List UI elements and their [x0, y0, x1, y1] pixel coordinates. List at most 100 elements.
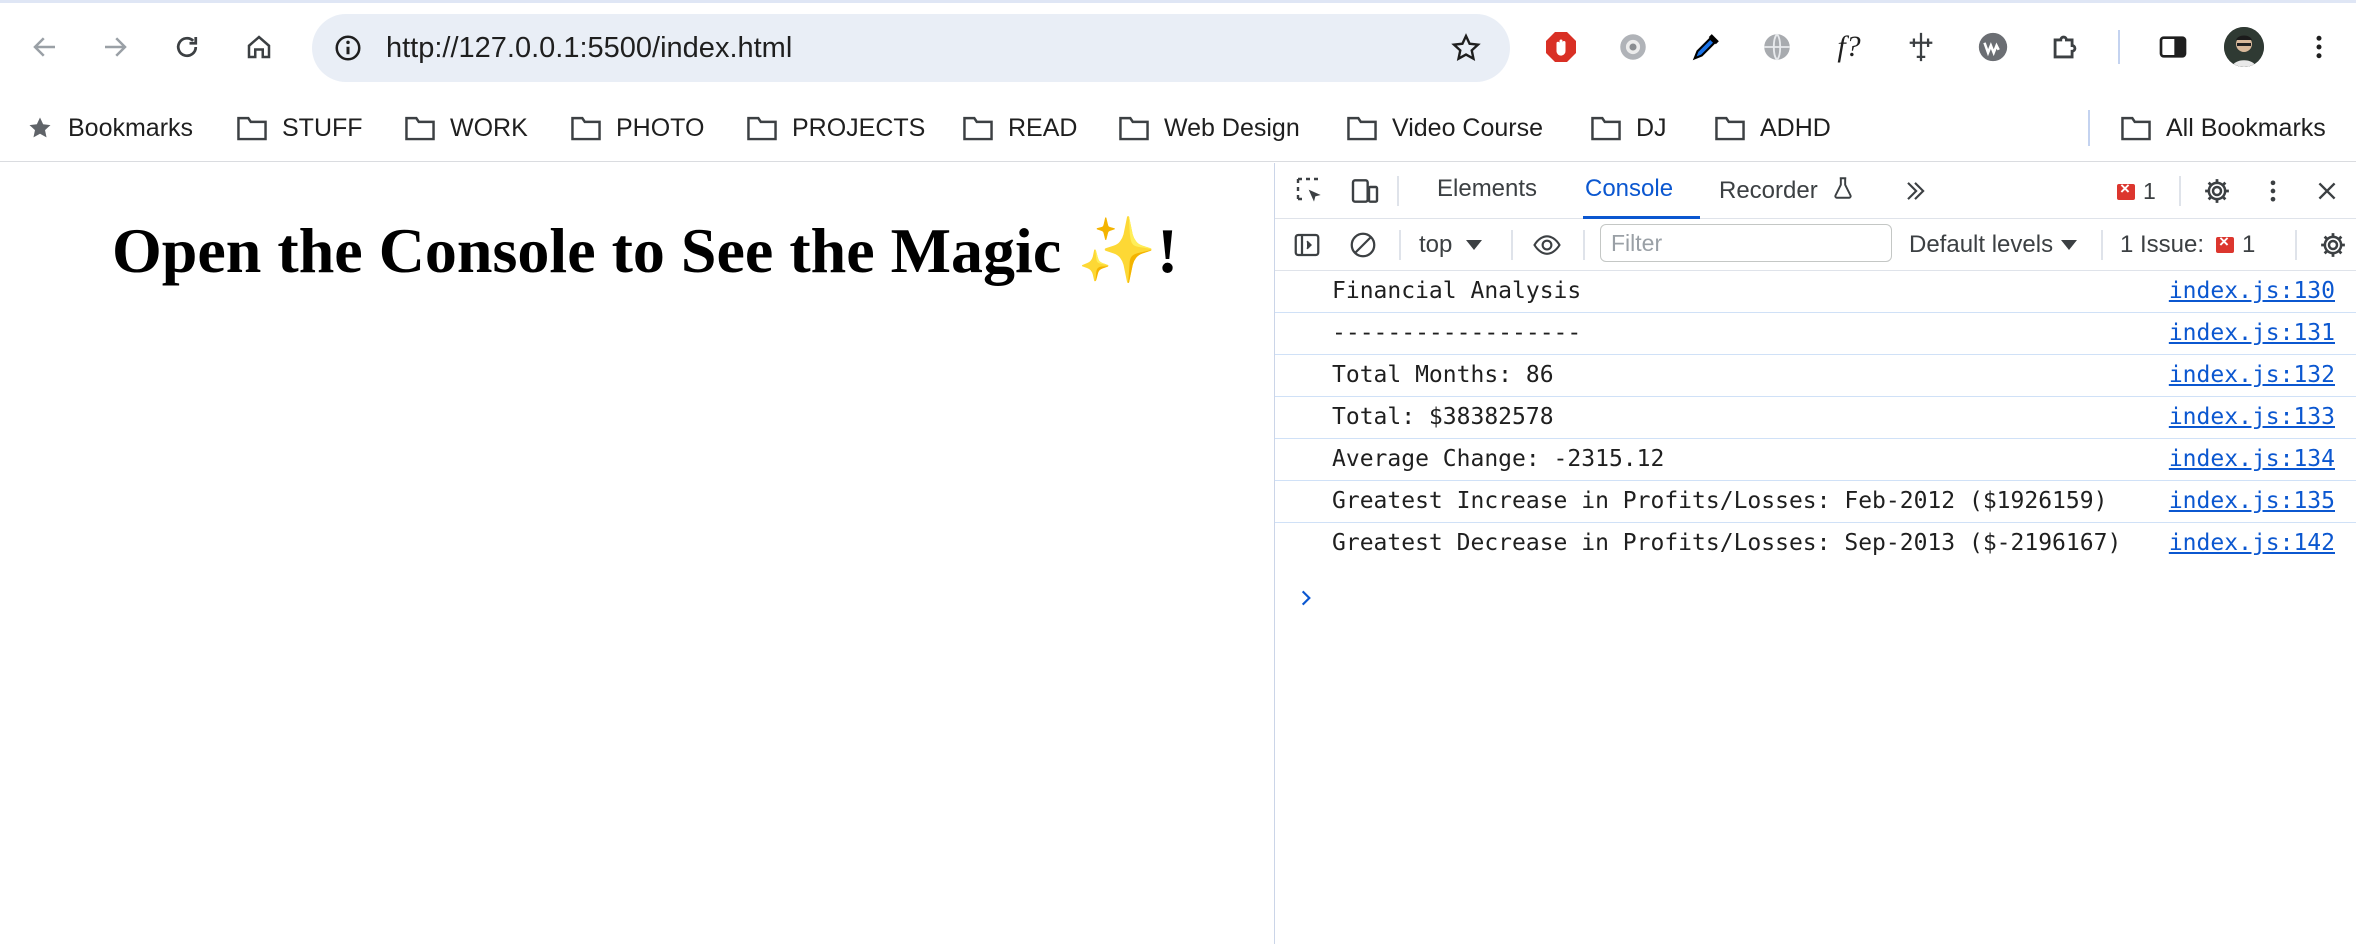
forward-button[interactable] [90, 22, 140, 72]
console-filter-input[interactable] [1600, 224, 1892, 262]
gear-icon [2321, 233, 2345, 257]
address-bar[interactable]: http://127.0.0.1:5500/index.html [312, 14, 1510, 82]
error-count-badge[interactable]: 1 [2117, 178, 2156, 205]
side-panel-button[interactable] [2150, 24, 2196, 70]
folder-icon [1347, 116, 1377, 141]
bookmark-folder-photo[interactable]: PHOTO [570, 104, 704, 152]
context-selector[interactable]: top [1419, 231, 1483, 259]
profile-avatar[interactable] [2224, 27, 2264, 67]
more-tabs-button[interactable] [1895, 171, 1935, 211]
gear-icon [2205, 179, 2229, 203]
tab-divider [1397, 176, 1399, 206]
tab-elements[interactable]: Elements [1437, 175, 1537, 219]
page-viewport: Open the Console to See the Magic ✨! [0, 163, 1274, 944]
globe-extension[interactable] [1754, 24, 1800, 70]
tab-divider [2179, 176, 2181, 206]
bookmark-star-button[interactable] [1446, 28, 1486, 68]
arrow-right-icon [105, 37, 127, 57]
log-text: Greatest Increase in Profits/Losses: Feb… [1332, 488, 2108, 514]
bookmark-label: DJ [1636, 113, 1667, 142]
folder-icon [963, 116, 993, 141]
bookmark-folder-web-design[interactable]: Web Design [1118, 104, 1300, 152]
home-icon [247, 35, 271, 59]
source-link[interactable]: index.js:134 [2169, 446, 2335, 472]
log-text: Average Change: -2315.12 [1332, 446, 1665, 472]
bookmark-label: READ [1008, 113, 1078, 142]
eyedropper-extension[interactable] [1683, 24, 1729, 70]
bookmark-folder-work[interactable]: WORK [404, 104, 528, 152]
site-info-button[interactable] [326, 26, 370, 70]
bookmarks-star-item[interactable]: Bookmarks [26, 104, 193, 152]
whatfont-extension[interactable]: f? [1826, 24, 1872, 70]
avatar-icon [2224, 27, 2264, 67]
wappalyzer-extension[interactable] [1970, 24, 2016, 70]
home-button[interactable] [234, 22, 284, 72]
bookmark-label: PHOTO [616, 113, 705, 142]
toolbar-divider [2295, 230, 2297, 260]
close-devtools-button[interactable] [2307, 171, 2347, 211]
clear-icon [1350, 232, 1376, 258]
console-prompt[interactable] [1291, 583, 1321, 613]
arrow-left-icon [33, 37, 55, 57]
device-toolbar-button[interactable] [1345, 171, 1385, 211]
show-sidebar-button[interactable] [1287, 225, 1327, 265]
wappalyzer-icon [1978, 32, 2008, 62]
console-settings-button[interactable] [2313, 225, 2353, 265]
devtools-settings-button[interactable] [2197, 171, 2237, 211]
reload-button[interactable] [162, 22, 212, 72]
log-text: Total Months: 86 [1332, 362, 1554, 388]
select-element-icon [1296, 177, 1321, 202]
folder-icon [1591, 116, 1621, 141]
source-link[interactable]: index.js:142 [2169, 530, 2335, 556]
console-message: Greatest Increase in Profits/Losses: Feb… [1275, 481, 2356, 523]
gear-extension[interactable] [1610, 24, 1656, 70]
tab-recorder[interactable]: Recorder [1719, 175, 1856, 219]
adblock-extension[interactable] [1538, 24, 1584, 70]
bookmark-label: ADHD [1760, 113, 1831, 142]
folder-icon [237, 116, 267, 141]
all-bookmarks-button[interactable]: All Bookmarks [2120, 104, 2326, 152]
bookmark-folder-adhd[interactable]: ADHD [1714, 104, 1831, 152]
tab-strip-edge [0, 0, 2356, 3]
bookmark-label: Web Design [1164, 113, 1300, 142]
bookmark-folder-video-course[interactable]: Video Course [1346, 104, 1543, 152]
inspect-element-button[interactable] [1290, 171, 1330, 211]
whatfont-icon: f? [1837, 30, 1861, 63]
bookmark-label: Bookmarks [68, 113, 194, 142]
source-link[interactable]: index.js:135 [2169, 488, 2335, 514]
source-link[interactable]: index.js:133 [2169, 404, 2335, 430]
puzzle-icon [2053, 35, 2077, 59]
back-button[interactable] [20, 22, 70, 72]
sparkles-emoji: ✨ [1077, 215, 1157, 286]
issues-button[interactable]: 1 Issue: 1 [2120, 231, 2255, 259]
close-icon [2318, 182, 2336, 200]
source-link[interactable]: index.js:132 [2169, 362, 2335, 388]
toolbar-divider [2101, 230, 2103, 260]
console-output: Financial Analysis index.js:130 --------… [1275, 271, 2356, 606]
bookmark-folder-projects[interactable]: PROJECTS [746, 104, 925, 152]
tab-console[interactable]: Console [1583, 175, 1700, 219]
dimensions-extension[interactable] [1898, 24, 1944, 70]
url-text[interactable]: http://127.0.0.1:5500/index.html [386, 32, 792, 65]
clear-console-button[interactable] [1343, 225, 1383, 265]
error-icon [2216, 232, 2235, 253]
log-levels-dropdown[interactable]: Default levels [1909, 231, 2078, 259]
bookmark-folder-dj[interactable]: DJ [1590, 104, 1667, 152]
more-vertical-icon [2316, 35, 2322, 59]
flask-icon [1834, 177, 1853, 199]
bookmarks-bar: Bookmarks STUFF WORK PHOTO PROJECTS READ… [0, 96, 2356, 162]
sidebar-toggle-icon [1294, 233, 1320, 257]
log-text: ------------------ [1332, 320, 1582, 346]
bookmark-label: Video Course [1392, 113, 1544, 142]
folder-icon [2121, 116, 2151, 141]
context-label: top [1419, 231, 1453, 258]
extensions-button[interactable] [2042, 24, 2088, 70]
devtools-menu-button[interactable] [2253, 171, 2293, 211]
source-link[interactable]: index.js:131 [2169, 320, 2335, 346]
browser-menu-button[interactable] [2296, 24, 2342, 70]
bookmark-folder-stuff[interactable]: STUFF [236, 104, 363, 152]
bookmark-folder-read[interactable]: READ [962, 104, 1077, 152]
eye-icon [1533, 235, 1561, 255]
source-link[interactable]: index.js:130 [2169, 278, 2335, 304]
live-expression-button[interactable] [1527, 225, 1567, 265]
